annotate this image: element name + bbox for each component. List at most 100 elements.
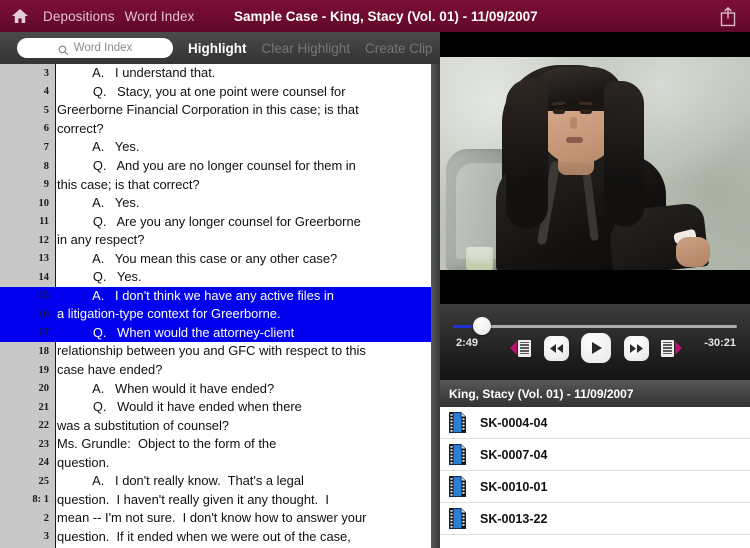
home-icon[interactable] [11,8,29,24]
line-text: in any respect? [57,232,145,248]
line-number: 10 [38,197,50,209]
transcript-line[interactable]: 10 A. Yes. [0,194,431,213]
transcript-line[interactable]: 16 a litigation-type context for Greerbor… [0,305,431,324]
line-number: 7 [43,141,49,153]
transcript-line[interactable]: 14 Q. Yes. [0,268,431,287]
right-pane: 2:49 -30:21 King, Stacy (Vol. 01) - 11/0… [440,32,750,548]
transcript-line[interactable]: 8: 1 question. I haven't really given it … [0,491,431,510]
transcript-line[interactable]: 25 A. I don't really know. That's a lega… [0,472,431,491]
line-text: a litigation-type context for Greerborne… [57,306,281,322]
transcript-line[interactable]: 17 Q. When would the attorney-client [0,323,431,343]
search-placeholder: Word Index [73,42,133,54]
pane-divider[interactable] [431,64,440,548]
transcript-line[interactable]: 19 case have ended? [0,361,431,380]
scrubber-track[interactable] [453,325,737,328]
line-text: this case; is that correct? [57,176,200,192]
nav-word-index[interactable]: Word Index [125,9,195,24]
line-number: 23 [38,438,50,450]
search-input[interactable]: Word Index [17,38,173,58]
scrubber[interactable] [453,317,737,335]
line-text: question. If it ended when we were out o… [57,528,351,544]
rewind-icon [549,343,563,353]
line-number: 14 [38,271,50,283]
clear-highlight-button[interactable]: Clear Highlight [261,41,350,56]
film-clip-icon [449,476,466,497]
scrubber-knob[interactable] [473,317,491,335]
transcript-line[interactable]: 12 in any respect? [0,231,431,250]
clip-list-item[interactable]: SK-0013-22 [440,503,750,535]
line-text: A. When would it have ended? [57,380,275,396]
transcript-line[interactable]: 9 this case; is that correct? [0,175,431,194]
transcript-line[interactable]: 20 A. When would it have ended? [0,379,431,398]
line-number: 9 [43,179,49,191]
line-number: 6 [43,123,49,135]
transcript-line[interactable]: 18 relationship between you and GFC with … [0,342,431,361]
create-clip-button[interactable]: Create Clip [365,41,433,56]
line-text: Q. Stacy, you at one point were counsel … [57,83,346,99]
transcript-line[interactable]: 6 correct? [0,120,431,139]
clip-label: SK-0007-04 [480,447,548,462]
line-number: 25 [38,475,50,487]
line-text: question. I haven't really given it any … [57,491,329,507]
line-number: 13 [38,253,50,265]
transcript-line[interactable]: 24 question. [0,453,431,472]
line-text: was a substitution of counsel? [57,417,229,433]
line-number: 16 [38,308,50,320]
transcript-line[interactable]: 13 A. You mean this case or any other ca… [0,249,431,268]
line-text: A. Yes. [57,139,140,155]
transcript-pane[interactable]: 3 A. I understand that. 4 Q. Stacy, you a… [0,64,431,548]
clip-list-header: King, Stacy (Vol. 01) - 11/09/2007 [440,380,750,407]
transcript-line[interactable]: 7 A. Yes. [0,138,431,157]
line-text: relationship between you and GFC with re… [57,343,366,359]
clip-list-item[interactable]: SK-0010-01 [440,471,750,503]
transport-buttons [510,333,682,363]
transcript-line[interactable]: 21 Q. Would it have ended when there [0,398,431,417]
page-icon [518,339,531,357]
line-text: mean -- I'm not sure. I don't know how t… [57,510,367,526]
fast-forward-button[interactable] [623,335,649,361]
video-frame [440,57,750,270]
nav-depositions[interactable]: Depositions [43,9,115,24]
film-clip-icon [449,412,466,433]
line-number: 8 [43,160,49,172]
previous-page-button[interactable] [510,339,531,357]
line-number: 3 [43,67,49,79]
highlight-button[interactable]: Highlight [188,41,246,56]
play-button[interactable] [581,333,611,363]
fast-forward-icon [629,343,643,353]
line-text: case have ended? [57,362,163,378]
letterbox-bottom [440,270,750,304]
next-page-button[interactable] [661,339,682,357]
page-icon [661,339,674,357]
clip-list-item[interactable]: SK-0004-04 [440,407,750,439]
clip-list: King, Stacy (Vol. 01) - 11/09/2007 SK-00… [440,380,750,548]
transcript-line[interactable]: 5 Greerborne Financial Corporation in thi… [0,101,431,120]
line-number: 20 [38,383,50,395]
transcript-line[interactable]: 15 A. I don't think we have any active f… [0,286,431,306]
share-icon[interactable] [717,5,739,28]
transcript-line[interactable]: 4 Q. Stacy, you at one point were counse… [0,83,431,102]
line-text: question. [57,454,110,470]
rewind-button[interactable] [543,335,569,361]
letterbox-top [440,32,750,57]
film-clip-icon [449,444,466,465]
clip-label: SK-0013-22 [480,511,548,526]
line-text: Q. Yes. [57,269,142,285]
transcript-line[interactable]: 23 Ms. Grundle: Object to the form of the [0,435,431,454]
clip-list-item[interactable]: SK-0007-04 [440,439,750,471]
line-number: 5 [43,104,49,116]
page-title: Sample Case - King, Stacy (Vol. 01) - 11… [234,8,538,24]
transcript-line[interactable]: 22 was a substitution of counsel? [0,416,431,435]
transcript-line[interactable]: 3 A. I understand that. [0,64,431,83]
line-text: correct? [57,120,104,136]
page-next-icon [675,341,682,355]
video-player[interactable] [440,32,750,304]
transcript-line[interactable]: 8 Q. And you are no longer counsel for t… [0,157,431,176]
line-text: Q. And you are no longer counsel for the… [57,158,356,173]
transcript-line[interactable]: 2 mean -- I'm not sure. I don't know how … [0,509,431,528]
line-text: Q. Would it have ended when there [57,399,302,415]
transcript-line[interactable]: 3 question. If it ended when we were out … [0,528,431,547]
transcript-toolbar: Word Index Highlight Clear Highlight Cre… [0,32,440,64]
search-icon [58,43,69,55]
transcript-line[interactable]: 11 Q. Are you any longer counsel for Gre… [0,212,431,231]
